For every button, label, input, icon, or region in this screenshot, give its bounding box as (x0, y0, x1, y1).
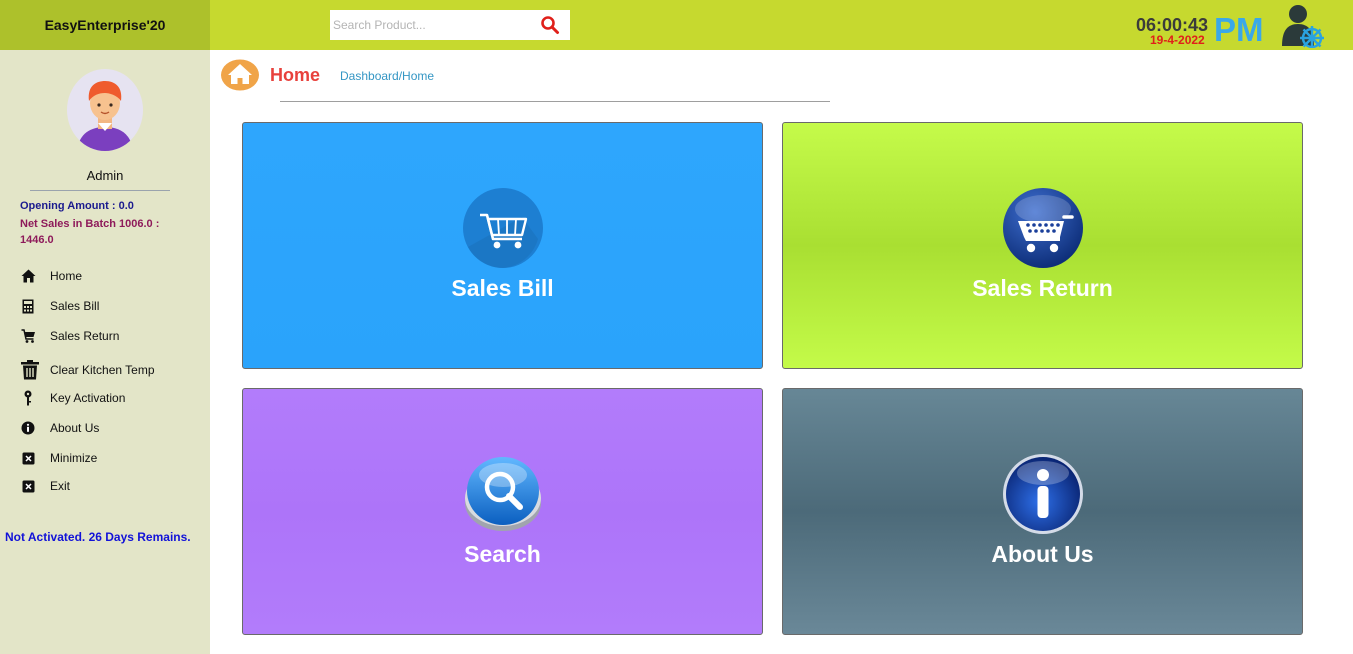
close-box-icon (20, 478, 36, 494)
cart-return-icon (1002, 188, 1083, 268)
sidebar-item-label: About Us (50, 421, 100, 435)
header-divider (280, 101, 830, 102)
sidebar-item-minimize[interactable]: Minimize (20, 450, 97, 466)
info-icon (20, 420, 36, 436)
tile-sales-return[interactable]: Sales Return (782, 122, 1303, 369)
magnifier-icon (464, 457, 541, 531)
sidebar-item-label: Key Activation (50, 391, 126, 405)
page-header: Home Dashboard/Home (220, 58, 840, 102)
search-icon (541, 16, 559, 34)
info-icon (1002, 454, 1083, 534)
calculator-icon (20, 298, 36, 314)
clock-date: 19-4-2022 (1150, 33, 1205, 47)
home-icon (221, 59, 259, 91)
clock-ampm: PM (1214, 11, 1264, 48)
sidebar-item-sales-return[interactable]: Sales Return (20, 328, 119, 344)
shopping-cart-icon (462, 188, 543, 268)
tile-sales-bill[interactable]: Sales Bill (242, 122, 763, 369)
sidebar-divider (30, 190, 170, 191)
tile-label: About Us (991, 541, 1094, 567)
key-icon (20, 390, 36, 406)
home-icon (20, 268, 36, 284)
cart-icon (20, 328, 36, 344)
sidebar-item-home[interactable]: Home (20, 268, 82, 284)
search-input[interactable] (330, 11, 535, 39)
sidebar-item-label: Exit (50, 479, 71, 493)
avatar (67, 69, 143, 151)
tile-about-us[interactable]: About Us (782, 388, 1303, 635)
tile-label: Sales Return (972, 275, 1113, 301)
opening-amount: Opening Amount : 0.0 (20, 200, 134, 212)
tile-search[interactable]: Search (242, 388, 763, 635)
sidebar-item-exit[interactable]: Exit (20, 478, 70, 494)
search-bar (330, 10, 570, 40)
activation-status: Not Activated. 26 Days Remains. (5, 530, 191, 544)
page-title: Home (270, 65, 321, 85)
sidebar-item-label: Sales Bill (50, 299, 100, 313)
breadcrumb[interactable]: Dashboard/Home (340, 69, 434, 83)
sidebar-item-label: Minimize (50, 451, 98, 465)
sidebar-item-about-us[interactable]: About Us (20, 420, 99, 436)
trash-icon (20, 360, 40, 380)
clock-time: 06:00:43 (1136, 15, 1209, 35)
sidebar-item-clear-kitchen-temp[interactable]: Clear Kitchen Temp (20, 360, 155, 380)
sidebar-item-label: Sales Return (50, 329, 120, 343)
app-title: EasyEnterprise'20 (0, 0, 210, 50)
close-box-icon (20, 450, 36, 466)
net-sales: Net Sales in Batch 1006.0 : 1446.0 (20, 218, 160, 246)
sidebar-item-key-activation[interactable]: Key Activation (20, 390, 125, 406)
tile-label: Search (464, 541, 541, 567)
top-bar: EasyEnterprise'20 06:00:43 19-4-2022 PM (0, 0, 1353, 50)
captain-user-icon[interactable] (1278, 2, 1330, 48)
sidebar-item-sales-bill[interactable]: Sales Bill (20, 298, 99, 314)
user-name: Admin (86, 168, 124, 183)
sidebar-item-label: Clear Kitchen Temp (50, 363, 155, 377)
sidebar-item-label: Home (50, 269, 83, 283)
search-button[interactable] (535, 10, 565, 40)
tile-label: Sales Bill (451, 275, 554, 301)
sidebar: Admin Opening Amount : 0.0 Net Sales in … (0, 50, 210, 654)
